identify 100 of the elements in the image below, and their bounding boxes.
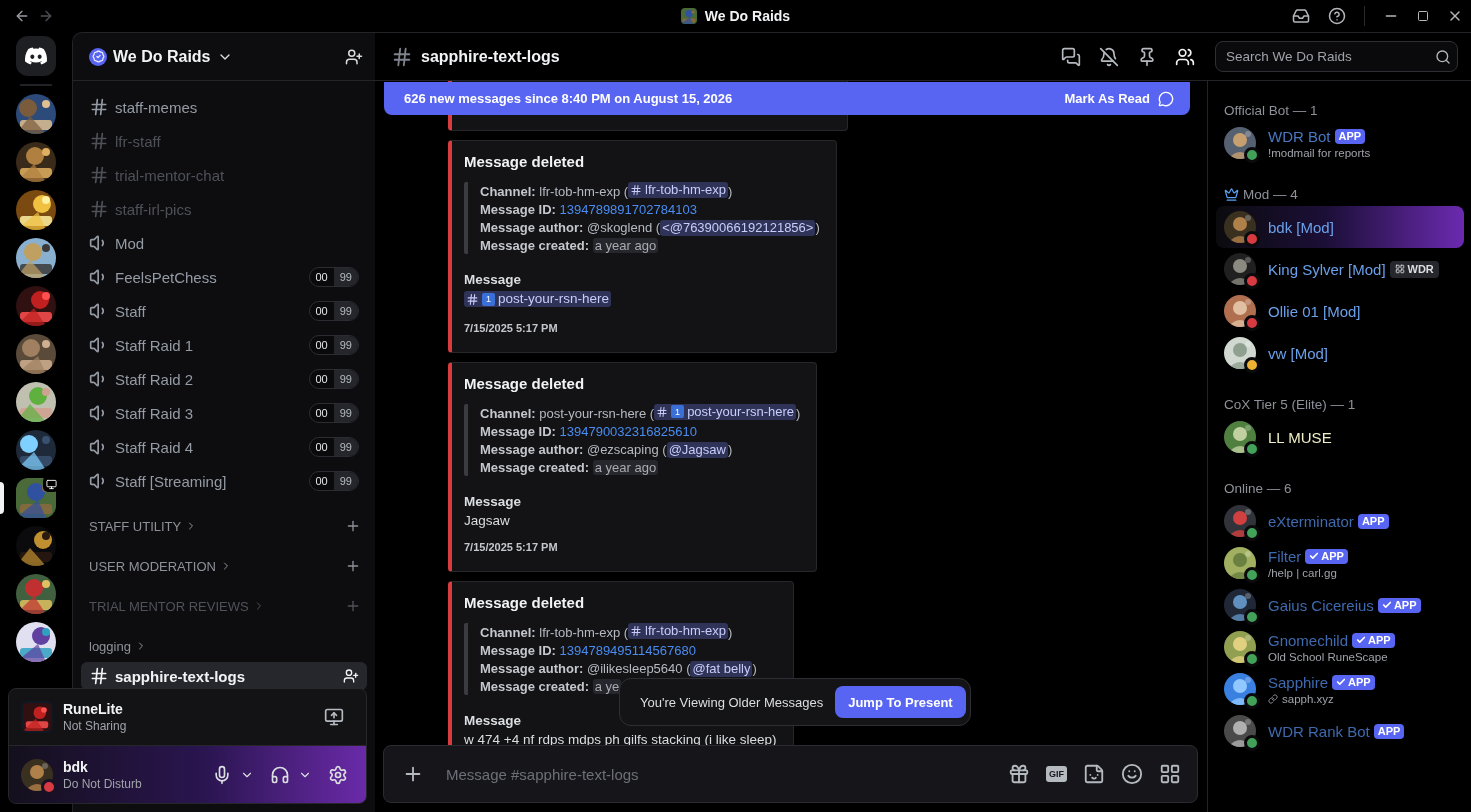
message-field[interactable]: Message #sapphire-text-logs — [444, 764, 988, 784]
invite-icon[interactable] — [343, 668, 359, 684]
channel-item[interactable]: Staff Raid 1 00 99 — [81, 328, 367, 362]
invite-icon[interactable] — [345, 47, 363, 66]
add-channel-icon[interactable] — [345, 558, 361, 574]
members-icon[interactable] — [1175, 46, 1195, 67]
message-id-link[interactable]: 1394790032316825610 — [559, 423, 697, 439]
channel-item[interactable]: Staff Raid 3 00 99 — [81, 396, 367, 430]
share-screen-icon[interactable] — [324, 707, 344, 727]
inbox-icon[interactable] — [1292, 7, 1310, 25]
app-badge: APP — [1334, 128, 1366, 144]
channel-mention[interactable]: lfr-tob-hm-exp — [628, 182, 729, 198]
embed-title: Message deleted — [464, 153, 585, 170]
category-header[interactable]: STAFF UTILITY — [73, 514, 375, 538]
server-icon[interactable] — [16, 382, 56, 422]
server-icon[interactable] — [16, 238, 56, 278]
member-item[interactable]: Sapphire APP sapph.xyz — [1216, 668, 1464, 710]
pin-icon[interactable] — [1137, 46, 1157, 67]
channel-item[interactable]: sapphire-text-logs — [81, 662, 367, 690]
gif-button[interactable]: GIF — [1046, 766, 1067, 782]
member-item[interactable]: bdk [Mod] — [1216, 206, 1464, 248]
microphone-icon[interactable] — [212, 764, 232, 785]
member-item[interactable]: LL MUSE — [1216, 416, 1464, 458]
gift-icon[interactable] — [1008, 763, 1030, 785]
search-field[interactable]: Search We Do Raids — [1224, 48, 1435, 65]
member-name: Ollie 01 [Mod] — [1268, 302, 1361, 320]
server-icon[interactable] — [16, 574, 56, 614]
server-icon[interactable] — [16, 430, 56, 470]
channel-item[interactable]: Staff Raid 4 00 99 — [81, 430, 367, 464]
checkmark-icon — [1336, 677, 1347, 687]
channel-mention[interactable]: 1 post-your-rsn-here — [654, 403, 797, 420]
user-limit: 99 — [333, 438, 358, 456]
member-item[interactable]: WDR Bot APP !modmail for reports — [1216, 122, 1464, 164]
jump-to-present-button[interactable]: Jump To Present — [835, 686, 966, 718]
member-item[interactable]: King Sylver [Mod] WDR — [1216, 248, 1464, 290]
embed-field: Message created: a ye — [480, 678, 777, 695]
user-status: Do Not Disturb — [63, 776, 143, 791]
member-group-title: CoX Tier 5 (Elite) — 1 — [1224, 396, 1356, 412]
server-name[interactable]: We Do Raids — [113, 47, 211, 66]
back-arrow-icon[interactable] — [14, 8, 30, 24]
channel-item[interactable]: FeelsPetChess 00 99 — [81, 260, 367, 294]
channel-mention[interactable]: 1 post-your-rsn-here — [464, 291, 612, 307]
threads-icon[interactable] — [1061, 46, 1081, 67]
server-icon[interactable] — [16, 94, 56, 134]
maximize-icon[interactable] — [1417, 10, 1429, 22]
embed-field: Channel: post-your-rsn-here ( 1 post-your-rsn-here) — [480, 403, 801, 422]
member-item[interactable]: WDR Rank Bot APP — [1216, 710, 1464, 752]
server-icon[interactable] — [16, 286, 56, 326]
channel-item[interactable]: Staff 00 99 — [81, 294, 367, 328]
hash-icon — [466, 292, 479, 306]
user-mention[interactable]: <@76390066192121856> — [660, 220, 816, 236]
message-label: Message — [464, 272, 522, 287]
checkmark-icon — [1309, 551, 1320, 561]
user-mention[interactable]: @Jagsaw — [666, 441, 728, 458]
category-header[interactable]: logging — [73, 634, 375, 658]
member-name: vw [Mod] — [1268, 344, 1328, 362]
message-id-link[interactable]: 1394789891702784103 — [559, 202, 697, 217]
channel-item[interactable]: Mod — [81, 226, 367, 260]
member-item[interactable]: Ollie 01 [Mod] — [1216, 290, 1464, 332]
mark-as-read-button[interactable]: Mark As Read — [1064, 90, 1174, 107]
member-item[interactable]: vw [Mod] — [1216, 332, 1464, 374]
member-item[interactable]: Gaius Cicereius APP — [1216, 584, 1464, 626]
apps-icon[interactable] — [1159, 763, 1181, 785]
channel-item[interactable]: Staff [Streaming] 00 99 — [81, 464, 367, 498]
member-item[interactable]: Gnomechild APP Old School RuneScape — [1216, 626, 1464, 668]
add-channel-icon[interactable] — [345, 518, 361, 534]
channel-item[interactable]: Staff Raid 2 00 99 — [81, 362, 367, 396]
home-button[interactable] — [16, 36, 56, 76]
user-count: 00 — [314, 440, 329, 455]
user-count: 00 — [314, 304, 329, 319]
category-header[interactable]: USER MODERATION — [73, 554, 375, 578]
user-count: 00 — [314, 474, 329, 489]
server-icon[interactable] — [16, 622, 56, 662]
server-icon[interactable] — [16, 142, 56, 182]
emoji-icon[interactable] — [1121, 763, 1143, 785]
user-limit: 99 — [333, 404, 358, 422]
search-box[interactable]: Search We Do Raids — [1215, 41, 1458, 72]
member-item[interactable]: Filter APP /help | carl.gg — [1216, 542, 1464, 584]
app-badge: APP — [1332, 674, 1375, 690]
server-icon[interactable] — [16, 334, 56, 374]
embed-field: Message author: @skoglend (<@76390066192121856>) — [480, 220, 820, 236]
channel-mention[interactable]: lfr-tob-hm-exp — [628, 622, 729, 639]
sticker-icon[interactable] — [1083, 763, 1105, 785]
hash-icon — [89, 131, 109, 151]
help-icon[interactable] — [1328, 7, 1346, 25]
server-badge-icon — [89, 47, 107, 66]
member-item[interactable]: eXterminator APP — [1216, 500, 1464, 542]
user-mention[interactable]: @fat belly — [690, 660, 753, 677]
headphones-icon[interactable] — [270, 764, 290, 785]
channel-item[interactable]: staff-memes — [81, 90, 367, 124]
message-id-link[interactable]: 1394789495114567680 — [559, 642, 696, 658]
embed-field: Message ID: 1394789495114567680 — [480, 642, 777, 659]
server-icon[interactable] — [16, 190, 56, 230]
member-name: Filter — [1268, 547, 1302, 565]
member-name: WDR Rank Bot — [1268, 722, 1370, 740]
settings-icon[interactable] — [328, 764, 348, 785]
embed-timestamp: 7/15/2025 5:17 PM — [464, 321, 558, 334]
muted-bell-icon[interactable] — [1099, 46, 1119, 67]
server-icon[interactable] — [16, 526, 56, 566]
member-group-title: Online — 6 — [1224, 480, 1292, 496]
